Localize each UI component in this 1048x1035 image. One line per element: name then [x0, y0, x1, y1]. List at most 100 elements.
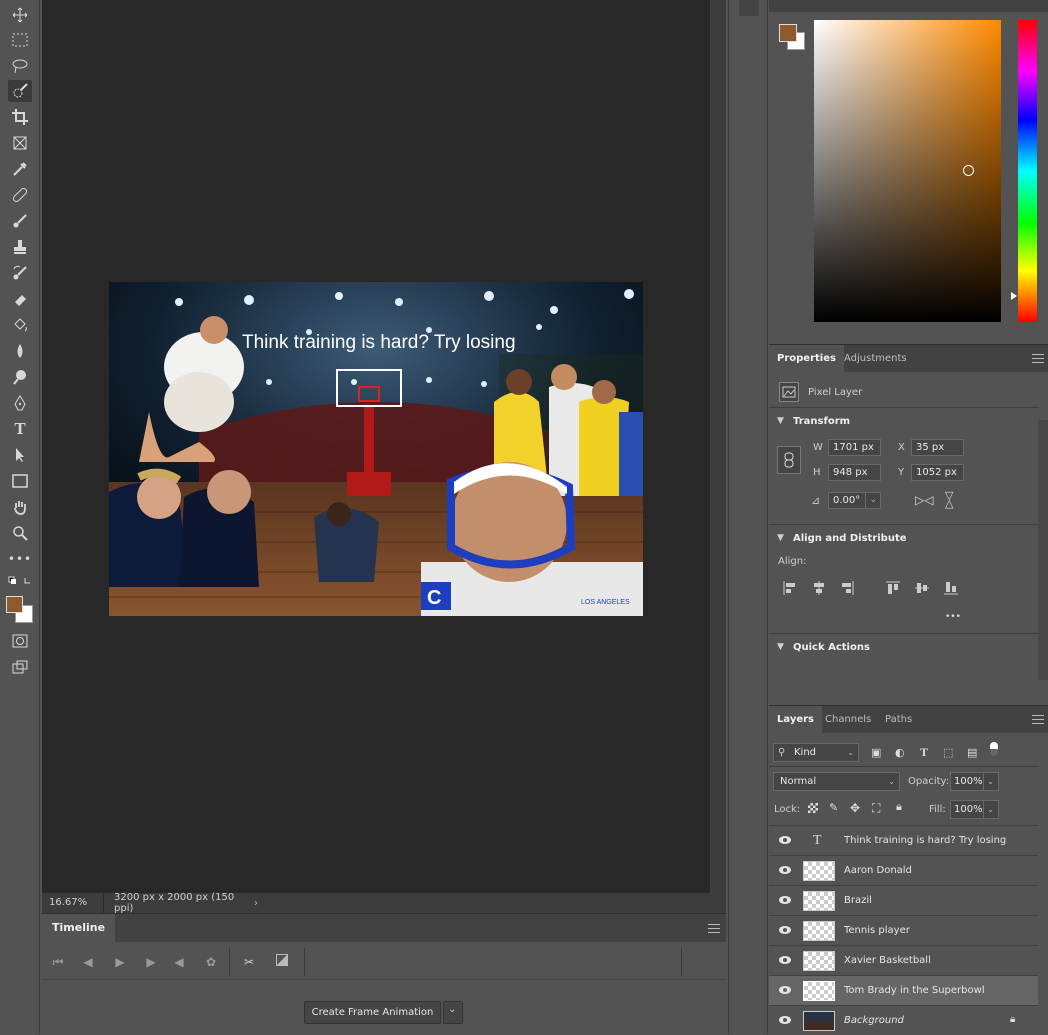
fill-field[interactable]: 100% ⌄ [950, 800, 999, 819]
move-tool-icon[interactable] [8, 4, 32, 26]
lock-image-pixels-icon[interactable]: ✎ [829, 801, 838, 814]
tab-channels[interactable]: Channels [817, 706, 879, 734]
rectangle-tool-icon[interactable] [8, 470, 32, 492]
layer-row-tom-brady[interactable]: Tom Brady in the Superbowl [769, 975, 1038, 1005]
history-brush-tool-icon[interactable] [8, 262, 32, 284]
filter-type-icon[interactable]: T [920, 745, 928, 760]
more-tools-icon[interactable]: ••• [8, 548, 32, 570]
flip-vertical-icon[interactable]: ▽ △ [945, 490, 953, 509]
hand-tool-icon[interactable] [8, 496, 32, 518]
frame-tool-icon[interactable] [8, 132, 32, 154]
hue-slider[interactable] [1011, 20, 1037, 322]
align-distribute-title[interactable]: Align and Distribute [793, 533, 907, 544]
chevron-down-icon[interactable]: ▼ [777, 416, 784, 426]
play-icon[interactable]: ▶ [110, 952, 130, 972]
canvas-vertical-scrollbar[interactable] [710, 0, 726, 893]
visibility-eye-icon[interactable] [778, 835, 792, 845]
marquee-tool-icon[interactable] [8, 29, 32, 51]
quick-actions-title[interactable]: Quick Actions [793, 642, 870, 653]
clone-stamp-tool-icon[interactable] [8, 236, 32, 258]
tab-timeline[interactable]: Timeline [42, 914, 116, 942]
healing-brush-tool-icon[interactable] [8, 184, 32, 206]
width-field[interactable]: 1701 px [828, 439, 881, 456]
lock-artboard-icon[interactable]: ⛶ [872, 801, 880, 816]
lock-all-icon[interactable]: 🔒︎ [896, 800, 902, 814]
filter-smart-object-icon[interactable]: ▤ [967, 746, 977, 759]
quick-mask-icon[interactable] [8, 630, 32, 652]
align-left-icon[interactable] [782, 580, 798, 596]
tab-layers[interactable]: Layers [769, 706, 822, 734]
settings-gear-icon[interactable]: ✿ [201, 952, 221, 972]
visibility-eye-icon[interactable] [778, 1015, 792, 1025]
next-frame-icon[interactable]: ▶ [141, 952, 161, 972]
lock-transparent-pixels-icon[interactable] [808, 803, 818, 813]
eraser-tool-icon[interactable] [8, 288, 32, 310]
panel-menu-icon[interactable] [708, 924, 720, 933]
blend-mode-dropdown[interactable]: Normal ⌄ [773, 772, 900, 791]
opacity-field[interactable]: 100% ⌄ [950, 772, 999, 791]
more-options-icon[interactable]: ••• [945, 612, 961, 622]
transform-section-title[interactable]: Transform [793, 416, 850, 427]
chevron-right-icon[interactable]: › [254, 898, 258, 909]
paint-bucket-tool-icon[interactable] [8, 314, 32, 336]
crop-tool-icon[interactable] [8, 106, 32, 128]
align-horizontal-center-icon[interactable] [811, 580, 827, 596]
chevron-down-icon[interactable]: ▼ [777, 533, 784, 543]
layer-filter-kind[interactable]: ⚲ Kind ⌄ [773, 743, 859, 762]
panel-menu-icon[interactable] [1032, 354, 1044, 363]
filter-shape-icon[interactable]: ⬚ [943, 746, 953, 759]
color-picker-cursor[interactable] [963, 165, 974, 176]
layer-row-brazil[interactable]: Brazil [769, 885, 1038, 915]
angle-field[interactable]: 0.00° ⌄ [828, 492, 881, 509]
document-canvas[interactable]: C LOS ANGELES Think training is hard? Tr… [42, 0, 710, 893]
align-bottom-icon[interactable] [943, 580, 959, 596]
lock-position-icon[interactable]: ✥ [850, 801, 860, 815]
pen-tool-icon[interactable] [8, 392, 32, 414]
layer-row-background[interactable]: Background 🔒︎ [769, 1005, 1038, 1035]
dodge-tool-icon[interactable] [8, 366, 32, 388]
swap-colors-icon[interactable] [8, 574, 32, 588]
previous-frame-icon[interactable]: ◀ [78, 952, 98, 972]
align-top-icon[interactable] [885, 580, 901, 596]
height-field[interactable]: 948 px [828, 464, 881, 481]
screen-mode-icon[interactable] [8, 656, 32, 678]
visibility-eye-icon[interactable] [778, 955, 792, 965]
tab-adjustments[interactable]: Adjustments [836, 345, 915, 373]
audio-icon[interactable]: ◀ [169, 952, 189, 972]
create-frame-animation-button[interactable]: Create Frame Animation [304, 1001, 441, 1024]
zoom-tool-icon[interactable] [8, 522, 32, 544]
artwork-image[interactable]: C LOS ANGELES Think training is hard? Tr… [109, 282, 643, 616]
link-dimensions-icon[interactable] [777, 446, 801, 474]
filter-toggle-icon[interactable] [990, 742, 998, 756]
chevron-down-icon[interactable]: ▼ [777, 642, 784, 652]
blur-tool-icon[interactable] [8, 340, 32, 362]
path-selection-tool-icon[interactable] [8, 444, 32, 466]
align-vertical-center-icon[interactable] [914, 580, 930, 596]
eyedropper-tool-icon[interactable] [8, 158, 32, 180]
transition-icon[interactable] [272, 952, 292, 972]
zoom-level[interactable]: 16.67% [42, 893, 104, 913]
visibility-eye-icon[interactable] [778, 925, 792, 935]
x-field[interactable]: 35 px [911, 439, 964, 456]
tab-paths[interactable]: Paths [877, 706, 920, 734]
hue-slider-handle[interactable] [1011, 292, 1017, 300]
y-field[interactable]: 1052 px [911, 464, 964, 481]
filter-pixel-icon[interactable]: ▣ [871, 746, 881, 759]
layer-row-xavier-basketball[interactable]: Xavier Basketball [769, 945, 1038, 975]
chevron-down-icon[interactable]: ⌄ [865, 493, 877, 508]
foreground-color-swatch[interactable] [779, 24, 797, 42]
visibility-eye-icon[interactable] [778, 985, 792, 995]
lasso-tool-icon[interactable] [8, 55, 32, 77]
panel-icon-history[interactable] [739, 0, 759, 16]
color-picker-field[interactable] [814, 20, 1001, 322]
layer-row-text[interactable]: T Think training is hard? Try losing [769, 825, 1038, 855]
visibility-eye-icon[interactable] [778, 865, 792, 875]
animation-type-dropdown[interactable]: ⌄ [443, 1001, 463, 1024]
type-tool-icon[interactable]: T [8, 418, 32, 440]
layer-row-tennis-player[interactable]: Tennis player [769, 915, 1038, 945]
panel-menu-icon[interactable] [1032, 715, 1044, 724]
brush-tool-icon[interactable] [8, 210, 32, 232]
properties-scrollbar[interactable] [1038, 420, 1048, 680]
layer-row-aaron-donald[interactable]: Aaron Donald [769, 855, 1038, 885]
scissors-icon[interactable]: ✂ [239, 952, 259, 972]
